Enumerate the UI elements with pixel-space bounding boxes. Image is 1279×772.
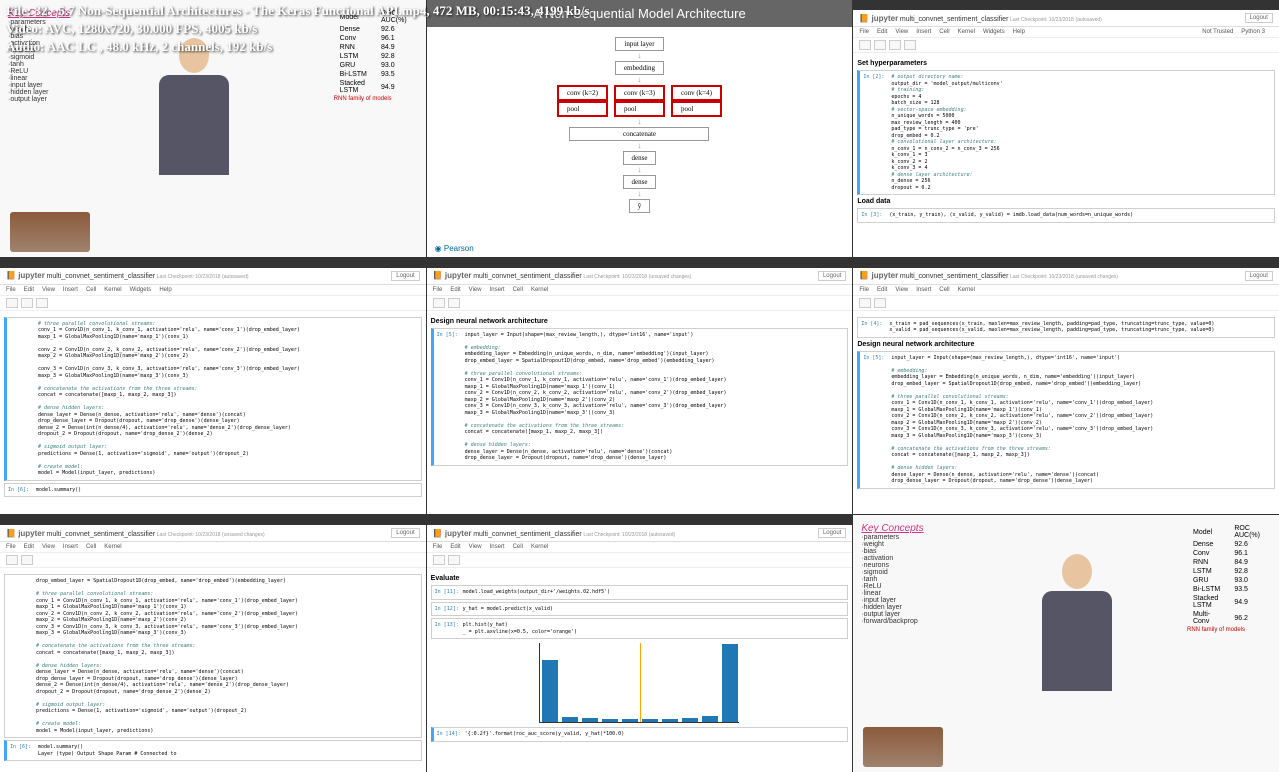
file-info-header: File: 32 - 5.7 Non-Sequential Architectu… bbox=[0, 0, 1279, 59]
pearson-logo: ◉ Pearson bbox=[435, 244, 474, 253]
code-cell[interactable]: In [14]:'{:0.2f}'.format(roc_auc_score(y… bbox=[431, 727, 849, 742]
thumb-jupyter-full: 📙 jupyter multi_convnet_sentiment_classi… bbox=[853, 258, 1279, 515]
thumb-whiteboard-2: Key Concepts ·parameters ·weight ·bias ·… bbox=[853, 515, 1279, 772]
presenter-figure bbox=[1032, 554, 1122, 734]
whiteboard-table: ModelROC AUC(%) Dense92.6 Conv96.1 RNN84… bbox=[1179, 515, 1279, 772]
thumb-jupyter-summary: 📙 jupyter multi_convnet_sentiment_classi… bbox=[0, 515, 426, 772]
presenter-figure bbox=[149, 38, 239, 218]
code-cell[interactable]: In [2]:# output directory name: output_d… bbox=[857, 70, 1275, 195]
laptop-prop bbox=[863, 727, 943, 767]
laptop-prop bbox=[10, 212, 90, 252]
histogram-chart bbox=[539, 643, 739, 723]
code-cell[interactable]: In [5]:input_layer = Input(shape=(max_re… bbox=[431, 328, 849, 466]
code-cell[interactable]: In [4]:x_train = pad_sequences(x_train, … bbox=[857, 317, 1275, 338]
thumbnail-grid: Key Concepts ·parameters ·weight ·bias ·… bbox=[0, 0, 1279, 772]
code-cell[interactable]: In [6]:model.summary() Layer (type) Outp… bbox=[4, 740, 422, 761]
video-line: Video: AVC, 1280x720, 30.000 FPS, 4005 k… bbox=[6, 20, 1273, 38]
file-line: File: 32 - 5.7 Non-Sequential Architectu… bbox=[6, 2, 1273, 20]
logout-button[interactable]: Logout bbox=[1245, 271, 1273, 281]
code-cell[interactable]: In [5]:input_layer = Input(shape=(max_re… bbox=[857, 351, 1275, 489]
thumb-jupyter-conv: 📙 jupyter multi_convnet_sentiment_classi… bbox=[0, 258, 426, 515]
logout-button[interactable]: Logout bbox=[818, 271, 846, 281]
code-cell[interactable]: # three parallel convolutional streams: … bbox=[4, 317, 422, 481]
code-cell[interactable]: In [11]:model.load_weights(output_dir+'/… bbox=[431, 585, 849, 600]
thumb-jupyter-evaluate: 📙 jupyter multi_convnet_sentiment_classi… bbox=[427, 515, 853, 772]
logout-button[interactable]: Logout bbox=[818, 528, 846, 538]
notebook-body: Set hyperparameters In [2]:# output dire… bbox=[853, 53, 1279, 229]
jupyter-menu[interactable]: FileEditViewInsertCellKernelWidgetsHelp bbox=[0, 285, 426, 296]
code-cell[interactable]: In [6]:model.summary() bbox=[4, 483, 422, 498]
logout-button[interactable]: Logout bbox=[391, 271, 419, 281]
code-cell[interactable]: In [12]:y_hat = model.predict(x_valid) bbox=[431, 602, 849, 617]
code-cell[interactable]: In [3]:(x_train, y_train), (x_valid, y_v… bbox=[857, 208, 1275, 223]
code-cell[interactable]: In [13]:plt.hist(y_hat) _ = plt.axvline(… bbox=[431, 618, 849, 639]
thumb-jupyter-design: 📙 jupyter multi_convnet_sentiment_classi… bbox=[427, 258, 853, 515]
logout-button[interactable]: Logout bbox=[391, 528, 419, 538]
code-cell[interactable]: drop_embed_layer = SpatialDropout1D(drop… bbox=[4, 574, 422, 738]
audio-line: Audio: AAC LC , 48.0 kHz, 2 channels, 19… bbox=[6, 38, 1273, 56]
